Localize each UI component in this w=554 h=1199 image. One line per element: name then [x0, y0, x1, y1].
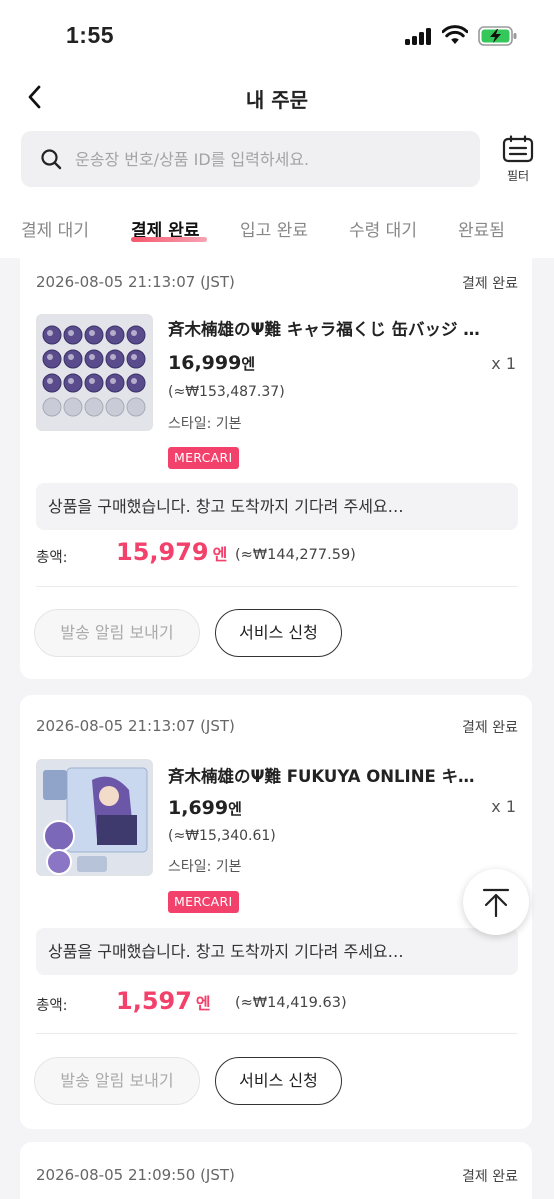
price-krw: (≈₩153,487.37) [168, 384, 285, 400]
order-status: 결제 완료 [462, 1169, 518, 1185]
divider [36, 1033, 518, 1034]
divider [36, 586, 518, 587]
order-status: 결제 완료 [462, 720, 518, 736]
total-value: 15,979 [116, 538, 209, 566]
product-style: 스타일: 기본 [168, 416, 242, 432]
product-image [37, 315, 152, 430]
quantity: x 1 [491, 797, 516, 816]
wifi-icon [442, 25, 468, 44]
product-price: 16,999엔 [168, 352, 255, 374]
battery-charging-icon [478, 26, 517, 46]
product-image [37, 760, 152, 875]
tab-warehouse-arrived[interactable]: 입고 완료 [240, 216, 308, 241]
price-value: 1,699 [168, 797, 229, 819]
search-icon [41, 149, 62, 170]
total-krw: (≈₩14,419.63) [235, 995, 347, 1011]
filter-icon [502, 135, 534, 163]
service-request-button[interactable]: 서비스 신청 [215, 1057, 342, 1105]
product-thumbnail[interactable] [36, 759, 153, 876]
quantity: x 1 [491, 354, 516, 373]
price-unit: 엔 [241, 355, 256, 373]
order-notice: 상품을 구매했습니다. 창고 도착까지 기다려 주세요… [36, 928, 518, 975]
filter-label: 필터 [506, 169, 530, 183]
total-label: 총액: [36, 550, 68, 566]
source-badge: MERCARI [168, 891, 239, 913]
tab-completed[interactable]: 완료됨 [458, 216, 505, 241]
order-status: 결제 완료 [462, 276, 518, 292]
search-input[interactable] [75, 131, 470, 187]
price-value: 16,999 [168, 352, 242, 374]
order-date: 2026-08-05 21:09:50 (JST) [36, 1166, 235, 1184]
order-card: 2026-08-05 21:13:07 (JST) 결제 완료 斉木楠雄のΨ難 … [20, 258, 532, 679]
send-shipping-notice-button[interactable]: 발송 알림 보내기 [34, 609, 200, 657]
order-date: 2026-08-05 21:13:07 (JST) [36, 273, 235, 291]
scroll-to-top-button[interactable] [463, 869, 529, 935]
total-value: 1,597 [116, 987, 192, 1015]
active-tab-indicator [131, 237, 207, 242]
total-amount: 15,979 엔 [116, 538, 227, 566]
cellular-signal-icon [405, 28, 431, 45]
order-notice: 상품을 구매했습니다. 창고 도착까지 기다려 주세요… [36, 483, 518, 530]
navigation-bar: 내 주문 [0, 72, 554, 122]
total-label: 총액: [36, 998, 68, 1014]
order-card: 2026-08-05 21:13:07 (JST) 결제 완료 斉木楠雄のΨ難 … [20, 695, 532, 1129]
product-title[interactable]: 斉木楠雄のΨ難 FUKUYA ONLINE キ… [168, 763, 518, 787]
tab-awaiting-payment[interactable]: 결제 대기 [21, 216, 89, 241]
price-krw: (≈₩15,340.61) [168, 828, 276, 844]
status-time: 1:55 [66, 22, 115, 48]
total-krw: (≈₩144,277.59) [235, 547, 356, 563]
order-date: 2026-08-05 21:13:07 (JST) [36, 717, 235, 735]
product-thumbnail[interactable] [36, 314, 153, 431]
total-unit: 엔 [212, 545, 228, 564]
price-unit: 엔 [228, 800, 242, 818]
search-bar [21, 131, 480, 187]
status-bar: 1:55 [0, 0, 554, 72]
tab-awaiting-pickup[interactable]: 수령 대기 [349, 216, 417, 241]
total-amount: 1,597 엔 [116, 987, 211, 1015]
service-request-button[interactable]: 서비스 신청 [215, 609, 342, 657]
product-title[interactable]: 斉木楠雄のΨ難 キャラ福くじ 缶バッジ … [168, 316, 518, 340]
arrow-up-icon [482, 888, 510, 918]
order-status-tabs: 결제 대기 결제 완료 입고 완료 수령 대기 완료됨 [0, 206, 554, 250]
page-title: 내 주문 [245, 88, 309, 112]
total-unit: 엔 [195, 994, 211, 1013]
product-price: 1,699엔 [168, 797, 242, 819]
source-badge: MERCARI [168, 447, 239, 469]
send-shipping-notice-button[interactable]: 발송 알림 보내기 [34, 1057, 200, 1105]
filter-button[interactable]: 필터 [498, 135, 538, 187]
order-card: 2026-08-05 21:09:50 (JST) 결제 완료 [20, 1142, 532, 1199]
product-style: 스타일: 기본 [168, 859, 242, 875]
